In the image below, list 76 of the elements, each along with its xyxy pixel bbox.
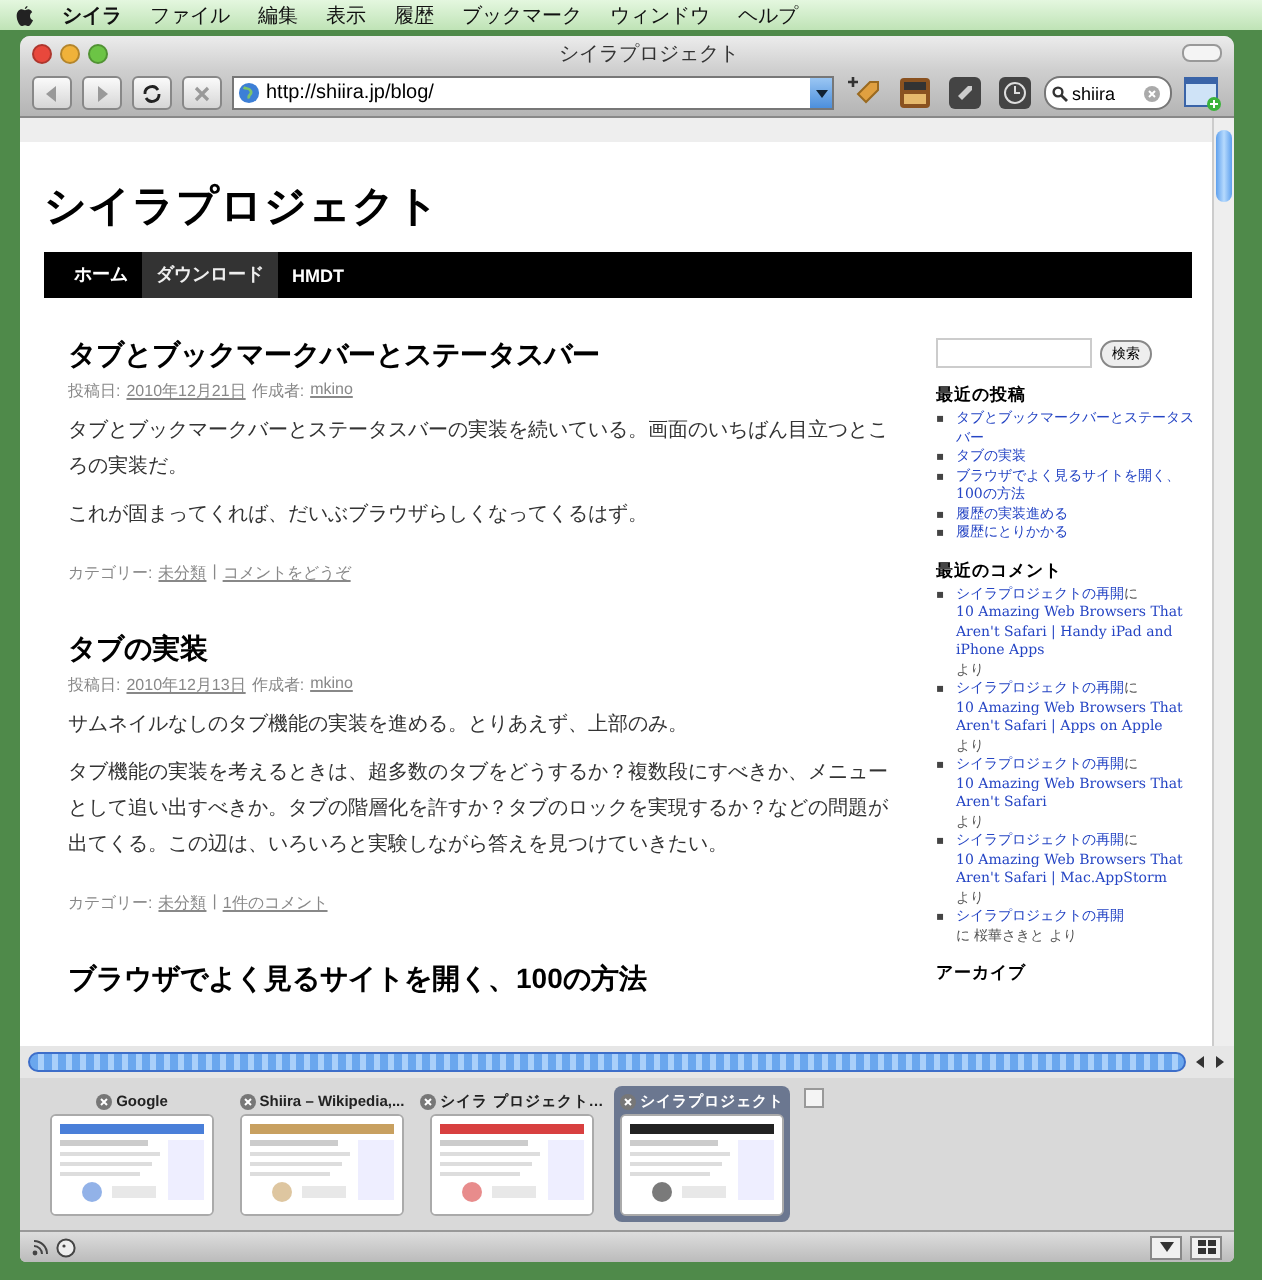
sidebar-search-field[interactable] xyxy=(936,338,1092,368)
site-title: シイラプロジェクト xyxy=(42,181,442,234)
back-button[interactable] xyxy=(32,76,72,110)
menu-item[interactable]: シイラ xyxy=(62,1,122,29)
search-icon xyxy=(1052,85,1068,101)
separator: | xyxy=(212,562,217,584)
separator: | xyxy=(212,892,217,914)
post-title[interactable]: ブラウザでよく見るサイトを開く、100の方法 xyxy=(68,962,892,998)
date-link[interactable]: 2010年12月21日 xyxy=(126,380,246,402)
close-tab-icon[interactable] xyxy=(620,1093,636,1109)
minimize-button[interactable] xyxy=(60,43,80,63)
author-label: 作成者: xyxy=(251,674,305,696)
menu-item[interactable]: ウィンドウ xyxy=(610,1,710,29)
stop-button[interactable] xyxy=(182,76,222,110)
author-link[interactable]: mkino xyxy=(310,674,353,696)
drawer-button[interactable] xyxy=(894,73,934,113)
close-tab-icon[interactable] xyxy=(96,1093,113,1109)
address-bar[interactable]: http://shiira.jp/blog/ xyxy=(232,76,834,110)
post-paragraph: これが固まってくれば、だいぶブラウザらしくなってくるはず。 xyxy=(68,501,650,530)
menu-item[interactable]: ブックマーク xyxy=(462,1,582,29)
new-window-button[interactable] xyxy=(1182,73,1222,113)
date-link[interactable]: 2010年12月13日 xyxy=(126,674,246,696)
tag-button[interactable] xyxy=(944,73,984,113)
menu-item[interactable]: 編集 xyxy=(258,1,298,29)
sidebar-heading: 最近のコメント xyxy=(936,559,1064,583)
left-arrow-icon xyxy=(44,85,60,101)
window-title: シイラプロジェクト xyxy=(557,41,741,67)
close-icon xyxy=(194,85,210,101)
close-tab-icon[interactable] xyxy=(420,1093,437,1109)
menu-item[interactable]: 履歴 xyxy=(394,1,434,29)
category-link[interactable]: 未分類 xyxy=(158,562,207,584)
history-clock-button[interactable] xyxy=(994,73,1034,113)
down-triangle-icon xyxy=(1159,1242,1173,1252)
add-tab-button[interactable] xyxy=(804,1088,824,1108)
post-title[interactable]: タブとブックマークバーとステータスバー xyxy=(68,338,892,374)
category-label: カテゴリー: xyxy=(68,892,153,914)
scroll-arrows-icon[interactable] xyxy=(1194,1054,1226,1070)
menu-item[interactable]: ヘルプ xyxy=(738,1,798,29)
close-tab-icon[interactable] xyxy=(239,1093,256,1109)
category-link[interactable]: 未分類 xyxy=(158,892,207,914)
date-label: 投稿日: xyxy=(68,674,121,696)
horizontal-scrollbar[interactable] xyxy=(28,1052,1186,1072)
grid-icon xyxy=(1197,1240,1215,1254)
apple-icon[interactable] xyxy=(16,5,34,25)
menu-item[interactable]: ファイル xyxy=(150,1,230,29)
nav-link[interactable]: ダウンロード xyxy=(142,252,278,298)
zoom-button[interactable] xyxy=(88,43,108,63)
right-arrow-icon xyxy=(94,85,110,101)
sidebar-heading: アーカイブ xyxy=(936,962,1028,986)
author-link[interactable]: mkino xyxy=(310,380,353,402)
post-paragraph: タブとブックマークバーとステータスバーの実装を続いている。画面のいちばん目立つところの実装だ。 xyxy=(68,417,890,482)
reload-button[interactable] xyxy=(132,76,172,110)
toolbar-toggle-button[interactable] xyxy=(1182,44,1222,62)
clear-icon[interactable] xyxy=(1144,85,1160,101)
vertical-scrollbar[interactable] xyxy=(1212,118,1234,1046)
comments-link[interactable]: コメントをどうぞ xyxy=(222,562,351,584)
comments-link[interactable]: 1件のコメント xyxy=(222,892,328,914)
grid-view-button[interactable] xyxy=(1190,1235,1222,1259)
post-paragraph: タブ機能の実装を考えるときは、超多数のタブをどうするか？複数段にすべきか、メニューとして追い出すべきか。タブの階層化を許すか？タブのロックを実現するか？などの問題が出てくる。この辺は、いろいろと実験しながら答えを見つけていきたい。 xyxy=(68,759,890,860)
rss-icon[interactable] xyxy=(32,1239,48,1255)
menu-item[interactable]: 表示 xyxy=(326,1,366,29)
sidebar-heading: 最近の投稿 xyxy=(936,384,1028,408)
forward-button[interactable] xyxy=(82,76,122,110)
close-button[interactable] xyxy=(32,43,52,63)
reload-icon xyxy=(142,83,162,103)
author-label: 作成者: xyxy=(251,380,305,402)
nav-link[interactable]: HMDT xyxy=(278,252,358,298)
post-title[interactable]: タブの実装 xyxy=(68,632,892,668)
address-input[interactable]: http://shiira.jp/blog/ xyxy=(266,82,804,104)
category-label: カテゴリー: xyxy=(68,562,153,584)
globe-icon xyxy=(238,82,260,104)
dropdown-button[interactable] xyxy=(1150,1235,1182,1259)
date-label: 投稿日: xyxy=(68,380,121,402)
post-paragraph: サムネイルなしのタブ機能の実装を進める。とりあえず、上部のみ。 xyxy=(68,711,690,740)
nav-link[interactable]: ホーム xyxy=(60,252,142,298)
search-field[interactable]: shiira xyxy=(1044,76,1172,110)
